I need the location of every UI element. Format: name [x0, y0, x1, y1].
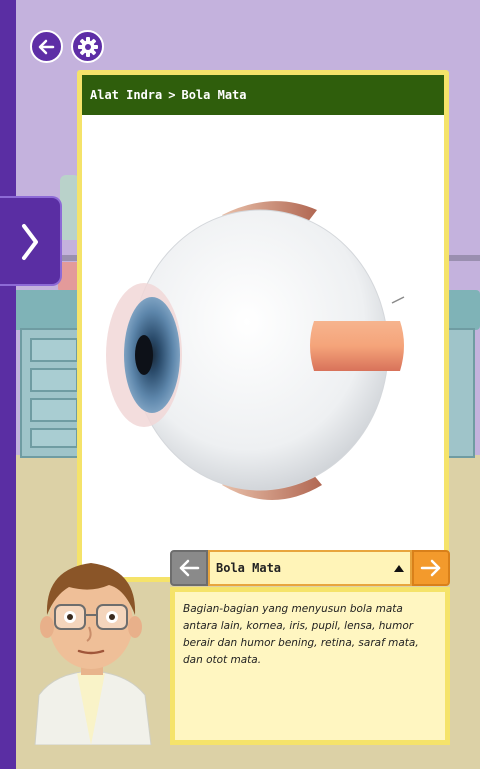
arrow-right-icon: [420, 559, 441, 577]
breadcrumb-parent[interactable]: Alat Indra: [90, 88, 162, 102]
topic-dropdown-label: Bola Mata: [216, 561, 282, 575]
back-button[interactable]: [30, 30, 63, 63]
gear-icon: [77, 36, 98, 57]
topic-dropdown[interactable]: Bola Mata: [208, 550, 412, 586]
settings-button[interactable]: [71, 30, 104, 63]
next-button[interactable]: [412, 550, 450, 586]
cabinet-drawer: [30, 338, 78, 362]
breadcrumb-current: Bola Mata: [181, 88, 247, 102]
side-panel-toggle[interactable]: [0, 196, 62, 286]
cabinet-drawer: [30, 368, 78, 392]
content-panel: Alat Indra > Bola Mata: [77, 70, 449, 582]
breadcrumb: Alat Indra > Bola Mata: [82, 75, 444, 115]
previous-button[interactable]: [170, 550, 208, 586]
description-text: Bagian-bagian yang menyusun bola mata an…: [183, 603, 419, 666]
eyeball-model[interactable]: [82, 115, 444, 577]
model-viewer[interactable]: [82, 115, 444, 577]
cabinet-drawer: [30, 398, 78, 422]
side-strip: [0, 0, 16, 769]
description-box: Bagian-bagian yang menyusun bola mata an…: [170, 587, 450, 745]
caret-up-icon: [394, 565, 404, 572]
breadcrumb-separator: >: [168, 88, 176, 102]
arrow-left-icon: [179, 559, 200, 577]
cabinet-drawer: [30, 428, 78, 448]
arrow-left-icon: [38, 39, 54, 54]
chevron-right-icon: [22, 224, 38, 260]
guide-character: [34, 563, 152, 745]
